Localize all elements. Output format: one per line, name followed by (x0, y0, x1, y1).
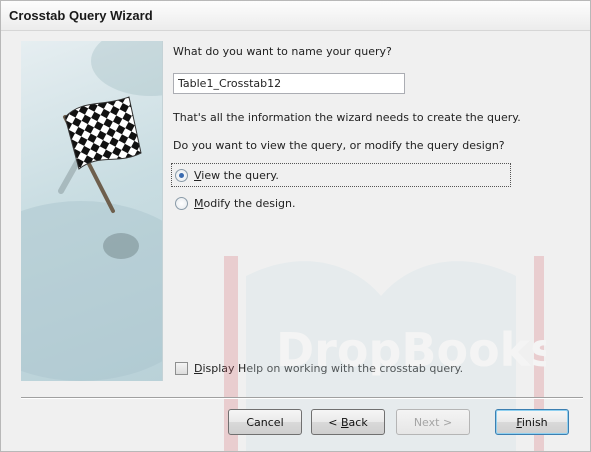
back-button[interactable]: < Back (311, 409, 385, 435)
view-query-option[interactable]: View the query. (175, 166, 279, 184)
wizard-window: Crosstab Query Wizard What do you want t… (0, 0, 591, 452)
wizard-content: What do you want to name your query? Tha… (163, 33, 590, 388)
display-help-label[interactable]: Display Help on working with the crossta… (194, 362, 463, 375)
wizard-info-text: That's all the information the wizard ne… (173, 111, 521, 124)
checkered-flag-icon (21, 41, 162, 381)
finish-label: Finish (516, 415, 548, 429)
view-or-modify-prompt: Do you want to view the query, or modify… (173, 139, 505, 152)
back-label: < Back (328, 415, 368, 429)
next-button[interactable]: Next > (396, 409, 470, 435)
button-separator (21, 397, 583, 399)
view-query-radio[interactable] (175, 168, 188, 182)
cancel-button[interactable]: Cancel (228, 409, 302, 435)
next-label: Next > (413, 415, 453, 429)
window-title: Crosstab Query Wizard (9, 8, 153, 23)
title-bar[interactable]: Crosstab Query Wizard (1, 1, 590, 31)
display-help-option[interactable]: Display Help on working with the crossta… (175, 360, 463, 376)
finish-button[interactable]: Finish (495, 409, 569, 435)
query-name-input[interactable] (173, 73, 405, 94)
modify-design-radio[interactable] (175, 196, 188, 210)
query-name-prompt: What do you want to name your query? (173, 45, 392, 58)
cancel-label: Cancel (246, 415, 284, 429)
view-query-label[interactable]: View the query. (194, 169, 279, 182)
modify-design-option[interactable]: Modify the design. (175, 194, 296, 212)
modify-design-label[interactable]: Modify the design. (194, 197, 296, 210)
display-help-checkbox[interactable] (175, 361, 188, 375)
wizard-art-panel (21, 41, 163, 381)
